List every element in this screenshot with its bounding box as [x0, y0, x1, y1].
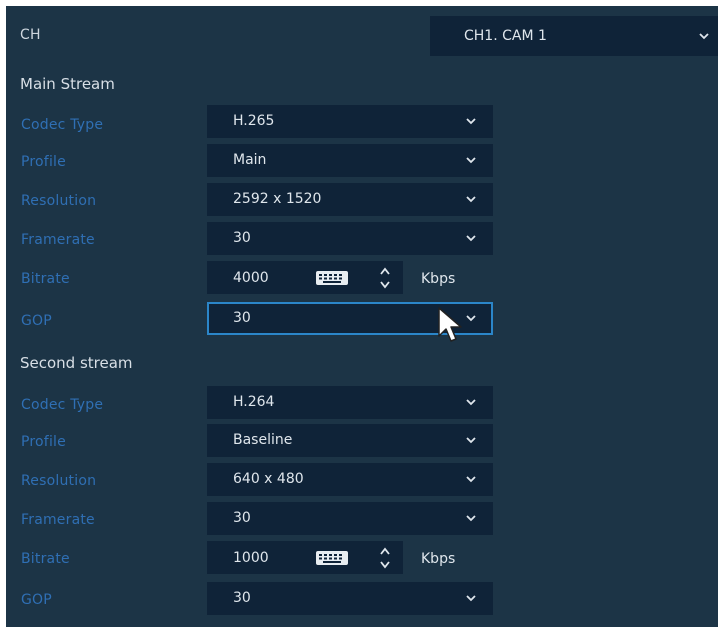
chevron-down-icon — [466, 399, 476, 406]
second-codec-type-label: Codec Type — [21, 397, 104, 413]
second-gop-value: 30 — [233, 590, 251, 606]
main-resolution-dropdown[interactable]: 2592 x 1520 — [207, 183, 493, 216]
main-profile-value: Main — [233, 152, 267, 168]
main-framerate-label: Framerate — [21, 232, 95, 248]
main-framerate-value: 30 — [233, 230, 251, 246]
second-bitrate-label: Bitrate — [21, 551, 70, 567]
second-codec-type-dropdown[interactable]: H.264 — [207, 386, 493, 419]
second-gop-dropdown[interactable]: 30 — [207, 582, 493, 615]
chevron-down-icon — [466, 437, 476, 444]
chevron-down-icon — [466, 157, 476, 164]
main-profile-label: Profile — [21, 154, 66, 170]
second-resolution-label: Resolution — [21, 473, 97, 489]
main-bitrate-field[interactable]: 4000 — [207, 261, 403, 294]
channel-label: CH — [20, 27, 41, 43]
mouse-pointer-icon — [438, 307, 462, 342]
main-stream-title: Main Stream — [20, 75, 115, 93]
chevron-down-icon — [466, 196, 476, 203]
second-profile-dropdown[interactable]: Baseline — [207, 424, 493, 457]
chevron-down-icon — [466, 476, 476, 483]
second-bitrate-value: 1000 — [233, 550, 269, 566]
up-down-arrow-icon[interactable] — [378, 545, 392, 571]
chevron-down-icon — [699, 33, 709, 40]
main-gop-value: 30 — [233, 310, 251, 326]
second-framerate-value: 30 — [233, 510, 251, 526]
main-profile-dropdown[interactable]: Main — [207, 144, 493, 177]
second-framerate-label: Framerate — [21, 512, 95, 528]
main-framerate-dropdown[interactable]: 30 — [207, 222, 493, 255]
main-codec-type-value: H.265 — [233, 113, 275, 129]
second-bitrate-unit: Kbps — [421, 551, 456, 567]
main-bitrate-label: Bitrate — [21, 271, 70, 287]
second-bitrate-field[interactable]: 1000 — [207, 541, 403, 574]
main-resolution-label: Resolution — [21, 193, 97, 209]
main-bitrate-unit: Kbps — [421, 271, 456, 287]
second-profile-label: Profile — [21, 434, 66, 450]
second-gop-label: GOP — [21, 592, 52, 608]
channel-dropdown-value: CH1. CAM 1 — [464, 28, 547, 44]
chevron-down-icon — [466, 118, 476, 125]
keyboard-icon[interactable] — [315, 270, 349, 286]
chevron-down-icon — [466, 235, 476, 242]
chevron-down-icon — [466, 595, 476, 602]
main-codec-type-dropdown[interactable]: H.265 — [207, 105, 493, 138]
second-resolution-dropdown[interactable]: 640 x 480 — [207, 463, 493, 496]
main-resolution-value: 2592 x 1520 — [233, 191, 322, 207]
main-bitrate-value: 4000 — [233, 270, 269, 286]
second-framerate-dropdown[interactable]: 30 — [207, 502, 493, 535]
stream-settings-panel: CH CH1. CAM 1 Main Stream Codec Type H.2… — [6, 6, 718, 627]
keyboard-icon[interactable] — [315, 550, 349, 566]
channel-dropdown[interactable]: CH1. CAM 1 — [430, 16, 718, 56]
second-codec-type-value: H.264 — [233, 394, 275, 410]
main-gop-label: GOP — [21, 313, 52, 329]
chevron-down-icon — [466, 515, 476, 522]
main-codec-type-label: Codec Type — [21, 117, 104, 133]
chevron-down-icon — [466, 315, 476, 322]
second-stream-title: Second stream — [20, 354, 133, 372]
second-profile-value: Baseline — [233, 432, 293, 448]
up-down-arrow-icon[interactable] — [378, 265, 392, 291]
second-resolution-value: 640 x 480 — [233, 471, 304, 487]
